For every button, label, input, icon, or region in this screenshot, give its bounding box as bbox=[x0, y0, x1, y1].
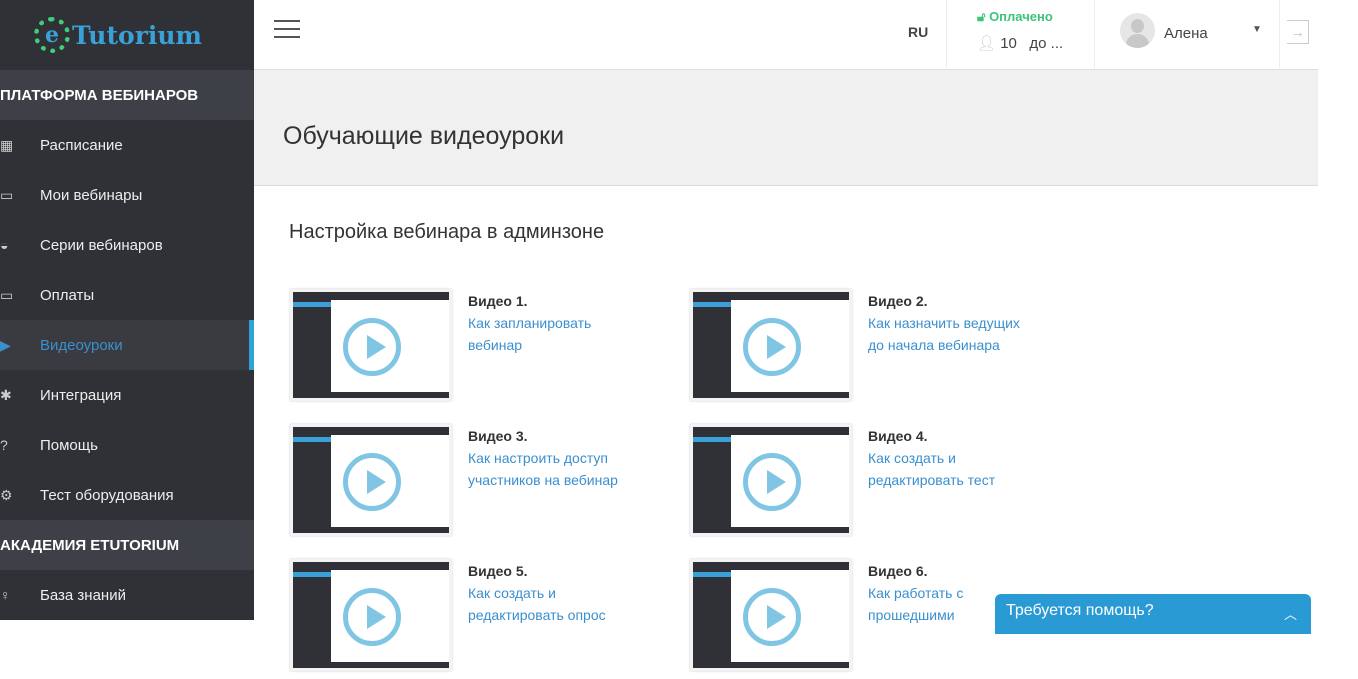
section-title: Настройка вебинара в админзоне bbox=[289, 221, 605, 243]
video-number: Видео 5. bbox=[468, 563, 528, 579]
license-info: 👤︎ 10 до ... bbox=[977, 34, 1063, 52]
video-thumbnail[interactable] bbox=[290, 559, 452, 671]
video-card: Видео 3. Как настроить доступ участников … bbox=[290, 424, 670, 544]
gear-icon: ⚙ bbox=[0, 486, 13, 503]
video-link[interactable]: Как создать и редактировать тест bbox=[868, 450, 995, 488]
sidebar-item[interactable]: ⚙ Тест оборудования bbox=[0, 470, 254, 520]
sidebar-item[interactable]: ▦ Расписание bbox=[0, 120, 254, 170]
video-number: Видео 6. bbox=[868, 563, 928, 579]
menu-toggle-button[interactable] bbox=[274, 20, 300, 44]
sidebar-item[interactable]: ? Помощь bbox=[0, 420, 254, 470]
sidebar-item-label: Оплаты bbox=[40, 286, 95, 304]
sidebar-item-label: Мои вебинары bbox=[40, 186, 143, 204]
video-thumbnail[interactable] bbox=[290, 424, 452, 536]
sidebar-item-label: Расписание bbox=[40, 136, 123, 154]
logout-icon[interactable]: → bbox=[1287, 20, 1309, 44]
page-title: Обучающие видеоуроки bbox=[283, 122, 565, 150]
sidebar-item[interactable]: ♀ База знаний bbox=[0, 570, 254, 620]
calendar-icon: ▦ bbox=[0, 136, 14, 153]
language-selector[interactable]: RU bbox=[908, 24, 928, 40]
video-number: Видео 4. bbox=[868, 428, 928, 444]
user-name[interactable]: Алена bbox=[1164, 25, 1208, 42]
logo[interactable]: e Tutorium bbox=[0, 0, 254, 70]
video-number: Видео 1. bbox=[468, 293, 528, 309]
license-until: до ... bbox=[1029, 35, 1064, 52]
logo-text: Tutorium bbox=[72, 20, 203, 50]
sidebar-item-label: База знаний bbox=[40, 586, 126, 604]
video-thumbnail[interactable] bbox=[690, 424, 852, 536]
sidebar-item[interactable]: ▭ Мои вебинары bbox=[0, 170, 254, 220]
lightbulb-icon: ♀ bbox=[0, 587, 11, 603]
play-icon[interactable] bbox=[343, 588, 401, 646]
sidebar-item[interactable]: ◒ Серии вебинаров bbox=[0, 220, 254, 270]
play-icon[interactable] bbox=[343, 453, 401, 511]
sidebar: e Tutorium ПЛАТФОРМА ВЕБИНАРОВ ▦ Расписан… bbox=[0, 0, 254, 620]
video-card: Видео 4. Как создать и редактировать тест bbox=[690, 424, 1070, 544]
sidebar-item[interactable]: ✱ Интеграция bbox=[0, 370, 254, 420]
user-icon: 👤︎ bbox=[977, 35, 997, 52]
sidebar-item[interactable]: ▶ Видеоуроки bbox=[0, 320, 254, 370]
puzzle-icon: ✱ bbox=[0, 386, 12, 403]
video-thumbnail[interactable] bbox=[290, 289, 452, 401]
play-icon[interactable] bbox=[743, 318, 801, 376]
video-link[interactable]: Как настроить доступ участников на вебин… bbox=[468, 450, 618, 488]
graduation-cap-icon: ◒ bbox=[0, 237, 9, 253]
status-label: Оплачено bbox=[989, 9, 1053, 24]
video-thumbnail[interactable] bbox=[690, 559, 852, 671]
sidebar-item-label: Тест оборудования bbox=[40, 486, 174, 504]
chevron-up-icon[interactable]: ︿ bbox=[1284, 604, 1297, 623]
sidebar-item[interactable]: ▭ Оплаты bbox=[0, 270, 254, 320]
play-icon[interactable] bbox=[343, 318, 401, 376]
video-link[interactable]: Как создать и редактировать опрос bbox=[468, 585, 606, 623]
video-number: Видео 3. bbox=[468, 428, 528, 444]
video-card: Видео 5. Как создать и редактировать опро… bbox=[290, 559, 670, 679]
sidebar-item-label: Серии вебинаров bbox=[40, 236, 163, 254]
video-icon: ▶ bbox=[0, 336, 11, 353]
video-number: Видео 2. bbox=[868, 293, 928, 309]
sidebar-item-label: Помощь bbox=[40, 436, 98, 454]
payment-status: 🔓︎ Оплачено bbox=[977, 9, 1053, 25]
sidebar-item-label: Видеоуроки bbox=[40, 336, 123, 354]
sidebar-item-label: Интеграция bbox=[40, 386, 122, 404]
avatar[interactable] bbox=[1120, 13, 1155, 48]
page-header: Обучающие видеоуроки bbox=[254, 70, 1318, 186]
help-label: Требуется помощь? bbox=[1006, 602, 1154, 619]
video-card: Видео 1. Как запланировать вебинар bbox=[290, 289, 670, 409]
user-count: 10 bbox=[1000, 35, 1017, 52]
question-icon: ? bbox=[0, 437, 8, 453]
chevron-down-icon[interactable]: ▼ bbox=[1252, 24, 1262, 35]
video-card: Видео 2. Как назначить ведущих до начала … bbox=[690, 289, 1070, 409]
logo-gear-icon: e bbox=[34, 17, 70, 53]
play-icon[interactable] bbox=[743, 453, 801, 511]
help-widget[interactable]: Требуется помощь? ︿ bbox=[995, 594, 1311, 634]
video-link[interactable]: Как работать с прошедшими bbox=[868, 585, 963, 623]
section-platform: ПЛАТФОРМА ВЕБИНАРОВ bbox=[0, 70, 254, 120]
section-academy: АКАДЕМИЯ ETUTORIUM bbox=[0, 520, 254, 570]
wallet-icon: ▭ bbox=[0, 286, 14, 303]
lock-icon: 🔓︎ bbox=[977, 9, 986, 24]
video-link[interactable]: Как назначить ведущих до начала вебинара bbox=[868, 315, 1020, 353]
top-bar: RU 🔓︎ Оплачено 👤︎ 10 до ... Алена ▼ → bbox=[254, 0, 1318, 70]
monitor-icon: ▭ bbox=[0, 186, 14, 203]
video-thumbnail[interactable] bbox=[690, 289, 852, 401]
video-link[interactable]: Как запланировать вебинар bbox=[468, 315, 591, 353]
play-icon[interactable] bbox=[743, 588, 801, 646]
